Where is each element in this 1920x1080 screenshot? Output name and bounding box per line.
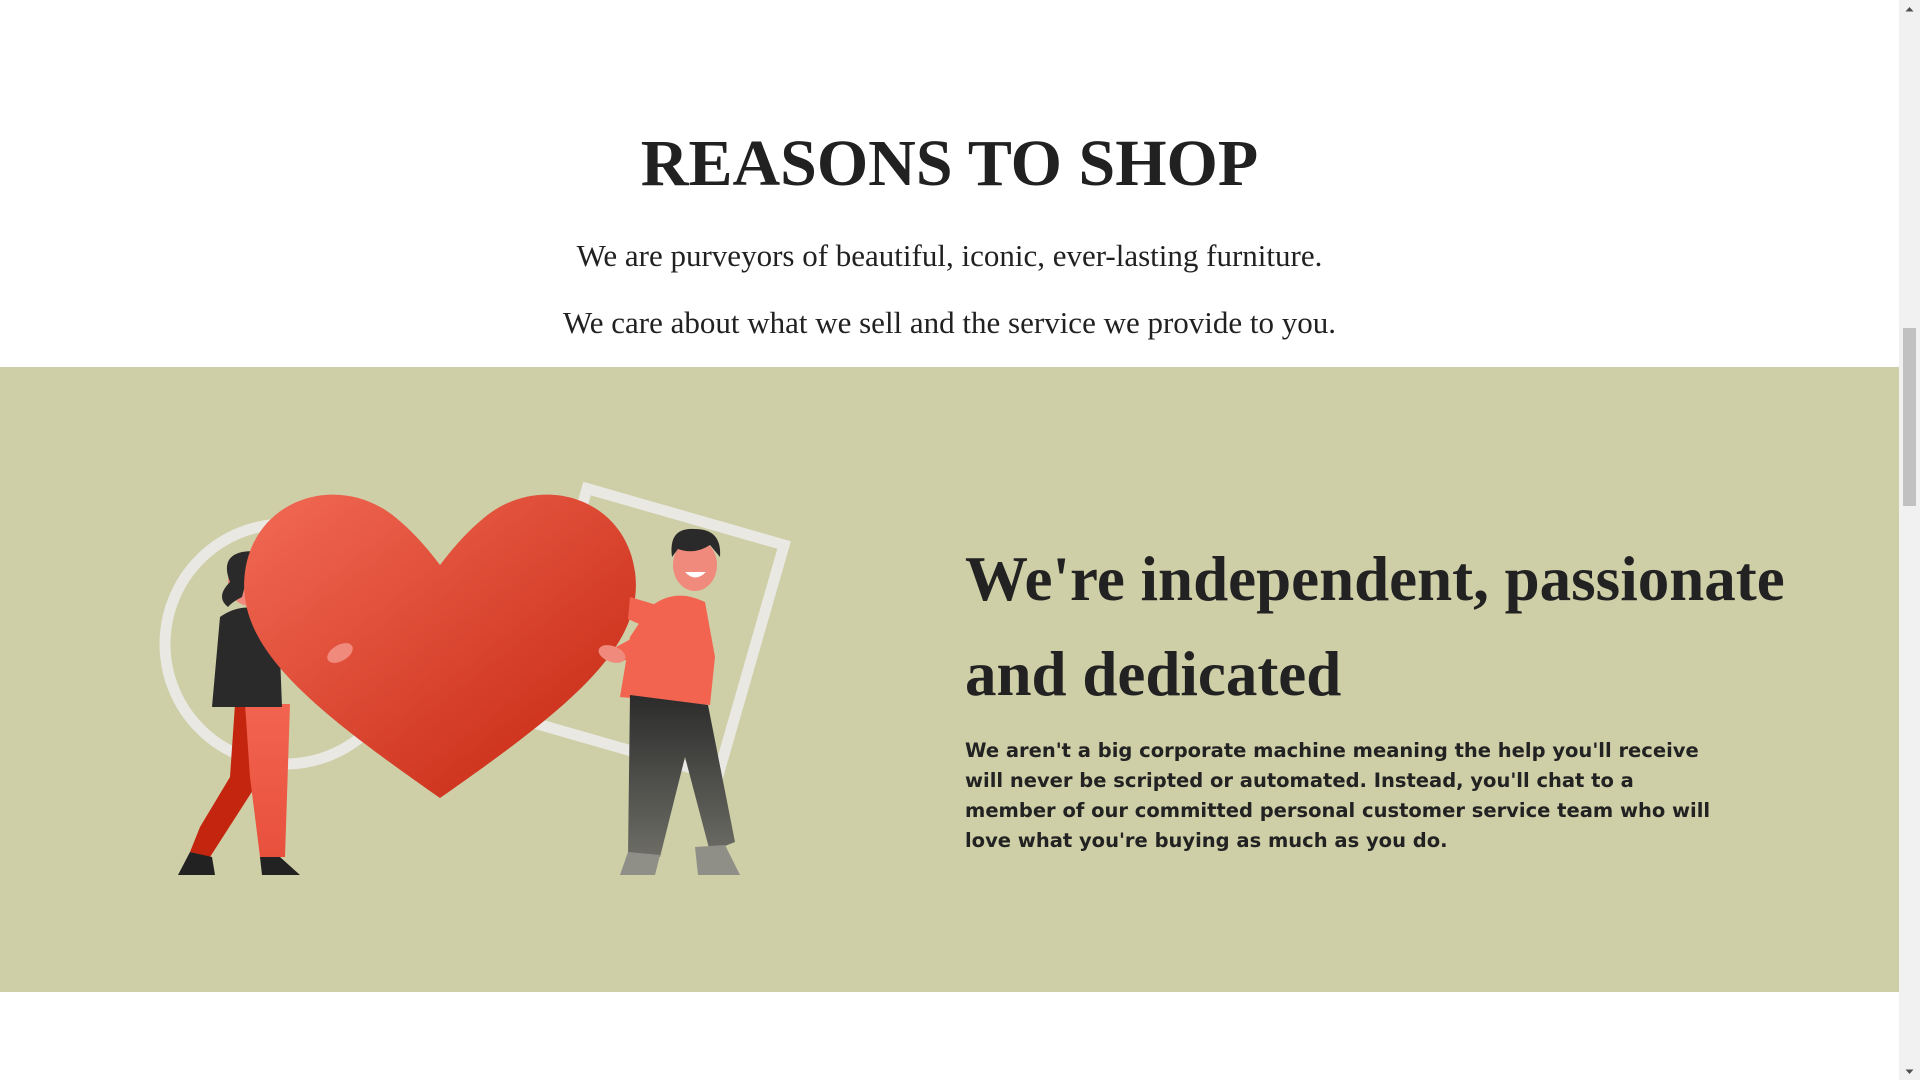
scroll-up-arrow-icon[interactable] (1899, 0, 1920, 17)
two-people-holding-heart-illustration (159, 481, 791, 875)
feature-band: We're independent, passionate and dedica… (0, 367, 1899, 992)
scrollbar-thumb[interactable] (1903, 328, 1916, 506)
vertical-scrollbar[interactable] (1899, 0, 1920, 1080)
heart-shape (244, 494, 636, 798)
main-content: REASONS TO SHOP We are purveyors of beau… (0, 0, 1899, 1080)
intro-line-1: We are purveyors of beautiful, iconic, e… (576, 238, 1323, 273)
scroll-down-arrow-icon[interactable] (1899, 1063, 1920, 1080)
page: REASONS TO SHOP We are purveyors of beau… (0, 0, 1920, 1080)
feature-description: We aren't a big corporate machine meanin… (965, 739, 1711, 852)
feature-title: We're independent, passionate and dedica… (965, 544, 1785, 709)
section-heading: REASONS TO SHOP (640, 127, 1259, 200)
intro-line-2: We care about what we sell and the servi… (562, 305, 1337, 340)
